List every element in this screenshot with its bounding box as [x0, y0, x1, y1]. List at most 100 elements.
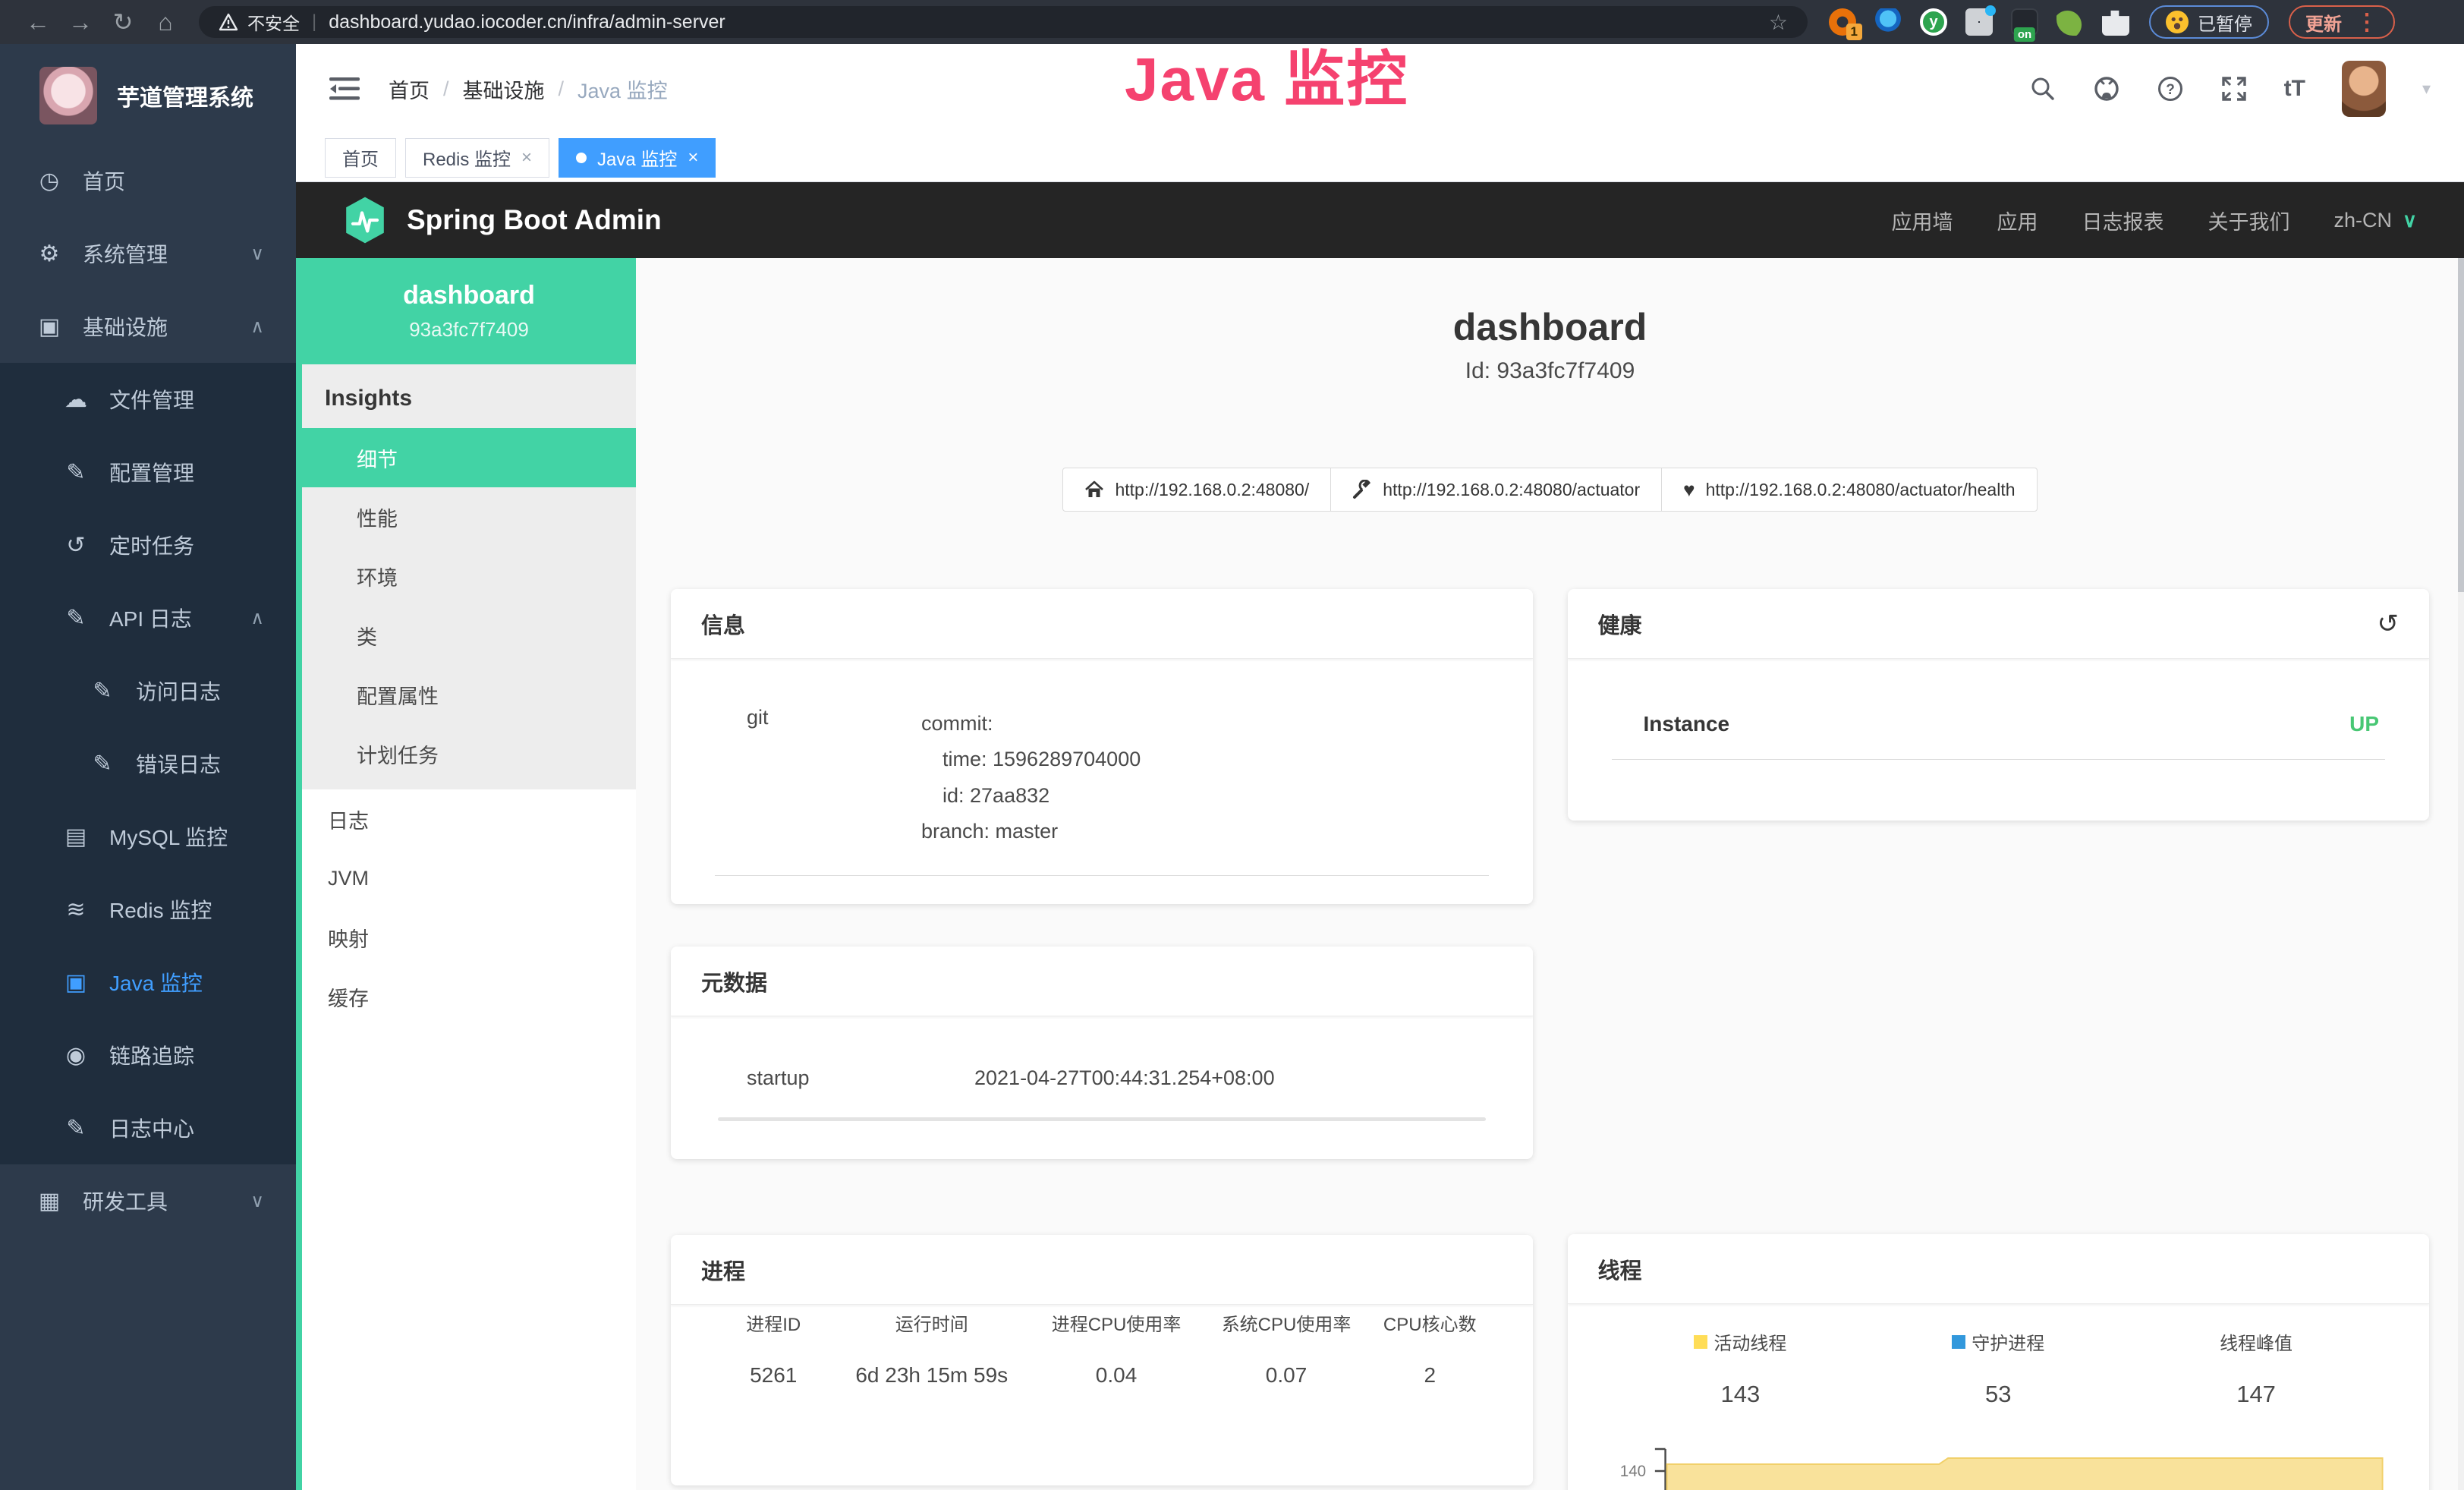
ytick-140: 140: [1619, 1463, 1645, 1480]
edit-icon: ✎: [61, 459, 91, 486]
card-title: 元数据: [701, 966, 767, 997]
sidebar-item-scheduled-jobs[interactable]: ↺ 定时任务: [0, 509, 296, 581]
sba-item-scheduled-tasks[interactable]: 计划任务: [302, 724, 636, 783]
sba-content: dashboard Id: 93a3fc7f7409 http://192.16…: [636, 258, 2464, 1490]
tab-java-monitor[interactable]: Java 监控 ×: [559, 138, 716, 178]
sidebar-item-error-log[interactable]: ✎ 错误日志: [0, 727, 296, 800]
col-pid: 进程ID: [715, 1309, 832, 1336]
health-url: http://192.168.0.2:48080/actuator/health: [1706, 480, 2016, 500]
health-url-button[interactable]: ♥ http://192.168.0.2:48080/actuator/heal…: [1661, 468, 2037, 512]
address-bar[interactable]: 不安全 | dashboard.yudao.iocoder.cn/infra/a…: [199, 6, 1808, 38]
sba-nav-journal[interactable]: 日志报表: [2082, 206, 2163, 235]
sidebar-item-label: 错误日志: [136, 748, 221, 779]
sba-nav-about[interactable]: 关于我们: [2208, 206, 2289, 235]
header-icons: ? tT ▾: [2029, 61, 2431, 117]
status-badge: UP: [2349, 712, 2379, 736]
sba-item-details[interactable]: 细节: [302, 428, 636, 487]
avatar-caret-icon[interactable]: ▾: [2422, 79, 2431, 99]
sidebar-item-access-log[interactable]: ✎ 访问日志: [0, 654, 296, 727]
scrollbar[interactable]: [2458, 258, 2464, 1490]
sidebar-item-file-mgmt[interactable]: ☁ 文件管理: [0, 363, 296, 436]
sidebar-item-tracing[interactable]: ◉ 链路追踪: [0, 1019, 296, 1092]
extension-icon-switch[interactable]: on: [2011, 8, 2038, 36]
infra-submenu: ☁ 文件管理 ✎ 配置管理 ↺ 定时任务 ✎ API 日志 ∧ ✎: [0, 363, 296, 1164]
chevron-down-icon: ∨: [250, 1190, 264, 1212]
tab-redis-monitor[interactable]: Redis 监控 ×: [405, 138, 549, 178]
sba-nav-applications[interactable]: 应用: [1997, 206, 2038, 235]
url-text[interactable]: dashboard.yudao.iocoder.cn/infra/admin-s…: [329, 11, 725, 33]
database-icon: ▤: [61, 824, 91, 850]
extension-icon-grid[interactable]: [1965, 8, 1993, 36]
log-icon: ✎: [87, 678, 118, 704]
browser-menu-icon[interactable]: ⋮: [2355, 9, 2378, 36]
sba-item-logs[interactable]: 日志: [302, 789, 636, 849]
extension-icon-y[interactable]: y: [1920, 8, 1947, 36]
sidebar-item-dev-tools[interactable]: ▦ 研发工具 ∨: [0, 1164, 296, 1237]
extension-icon-leaf[interactable]: [2056, 8, 2084, 36]
stat-value: 53: [1869, 1381, 2127, 1408]
sidebar-item-log-center[interactable]: ✎ 日志中心: [0, 1092, 296, 1164]
extension-icon-pin[interactable]: [1874, 8, 1902, 36]
breadcrumb-separator: /: [559, 77, 565, 101]
fullscreen-icon[interactable]: [2220, 75, 2248, 102]
close-icon[interactable]: ×: [521, 147, 532, 169]
extension-icon-orange[interactable]: 1: [1829, 8, 1856, 36]
service-url-button[interactable]: http://192.168.0.2:48080/: [1062, 468, 1331, 512]
heartbeat-icon: ♥: [1683, 480, 1695, 499]
profile-paused-pill[interactable]: 已暂停: [2149, 5, 2269, 39]
sba-item-caches[interactable]: 缓存: [302, 967, 636, 1026]
sba-item-metrics[interactable]: 性能: [302, 487, 636, 547]
user-avatar[interactable]: [2342, 61, 2386, 117]
sidebar-item-system[interactable]: ⚙ 系统管理 ∨: [0, 217, 296, 290]
sba-item-environment[interactable]: 环境: [302, 547, 636, 606]
hamburger-icon[interactable]: [329, 76, 360, 102]
sba-item-mappings[interactable]: 映射: [302, 908, 636, 967]
sba-locale-select[interactable]: zh-CN ∨: [2333, 209, 2417, 232]
sba-item-jvm[interactable]: JVM: [302, 849, 636, 908]
security-label[interactable]: 不安全: [247, 9, 300, 35]
forward-icon[interactable]: →: [59, 8, 102, 36]
scrollbar-thumb[interactable]: [2458, 258, 2464, 592]
github-icon[interactable]: [2093, 75, 2120, 102]
breadcrumb-home[interactable]: 首页: [389, 74, 430, 104]
col-process-cpu: 进程CPU使用率: [1031, 1309, 1201, 1336]
val-system-cpu: 0.07: [1201, 1363, 1371, 1388]
sba-brand[interactable]: Spring Boot Admin: [407, 204, 662, 236]
search-icon[interactable]: [2029, 75, 2056, 102]
sidebar-item-infra[interactable]: ▣ 基础设施 ∧: [0, 290, 296, 363]
sidebar-item-redis-monitor[interactable]: ≋ Redis 监控: [0, 873, 296, 946]
sidebar-item-mysql-monitor[interactable]: ▤ MySQL 监控: [0, 800, 296, 873]
legend-label: 守护进程: [1972, 1328, 2044, 1355]
val-cpus: 2: [1371, 1363, 1488, 1388]
paused-label: 已暂停: [2198, 9, 2252, 36]
sba-item-classes[interactable]: 类: [302, 606, 636, 665]
help-icon[interactable]: ?: [2157, 75, 2184, 102]
sba-instance-header[interactable]: dashboard 93a3fc7f7409: [302, 258, 636, 364]
back-icon[interactable]: ←: [17, 8, 59, 36]
sba-item-config-props[interactable]: 配置属性: [302, 665, 636, 724]
sba-nav-wallboard[interactable]: 应用墙: [1891, 206, 1953, 235]
spring-boot-admin: Spring Boot Admin 应用墙 应用 日志报表 关于我们 zh-CN…: [296, 182, 2464, 1490]
bookmark-star-icon[interactable]: ☆: [1769, 10, 1788, 35]
close-icon[interactable]: ×: [688, 147, 698, 169]
sidebar-item-config-mgmt[interactable]: ✎ 配置管理: [0, 436, 296, 509]
browser-update-button[interactable]: 更新 ⋮: [2289, 5, 2395, 39]
home-icon[interactable]: ⌂: [144, 8, 187, 36]
chevron-up-icon: ∧: [250, 316, 264, 338]
history-icon[interactable]: ↺: [2377, 609, 2399, 639]
tab-label: Redis 监控: [423, 144, 511, 171]
actuator-url-button[interactable]: http://192.168.0.2:48080/actuator: [1330, 468, 1662, 512]
sidebar-item-java-monitor[interactable]: ▣ Java 监控: [0, 946, 296, 1019]
reload-icon[interactable]: ↻: [102, 8, 144, 36]
tab-home[interactable]: 首页: [325, 138, 396, 178]
font-size-icon[interactable]: tT: [2284, 76, 2305, 102]
log-icon: ✎: [87, 751, 118, 777]
sidebar-item-home[interactable]: ◷ 首页: [0, 144, 296, 217]
sidebar-item-label: 首页: [83, 165, 125, 196]
sidebar-item-api-logs[interactable]: ✎ API 日志 ∧: [0, 581, 296, 654]
sba-sidebar: dashboard 93a3fc7f7409 Insights 细节 性能 环境…: [296, 258, 636, 1490]
extensions-puzzle-icon[interactable]: [2102, 8, 2129, 36]
legend-label: 活动线程: [1713, 1328, 1786, 1355]
breadcrumb-infra[interactable]: 基础设施: [463, 74, 545, 104]
info-key: git: [747, 706, 921, 849]
